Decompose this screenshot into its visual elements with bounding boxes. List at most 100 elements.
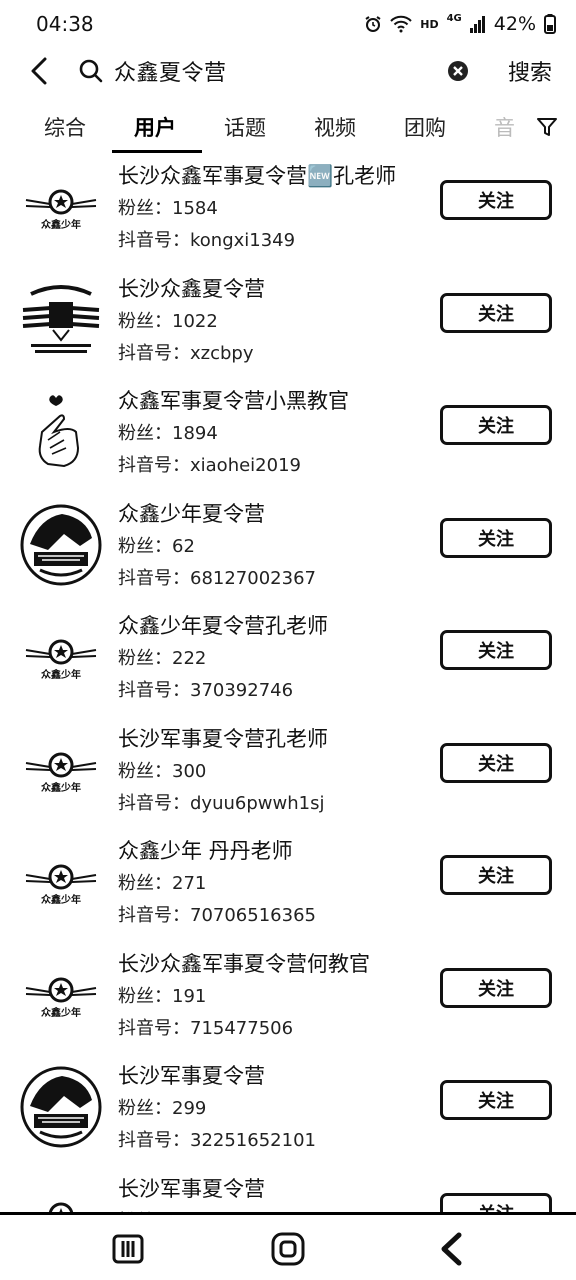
svg-text:众鑫少年: 众鑫少年 bbox=[41, 668, 81, 681]
user-fans-count: 粉丝：191 bbox=[118, 986, 207, 1007]
user-fans-count: 粉丝：222 bbox=[118, 648, 207, 669]
follow-button[interactable]: 关注 bbox=[440, 405, 552, 445]
svg-text:众鑫少年: 众鑫少年 bbox=[41, 781, 81, 794]
user-avatar[interactable]: 众鑫少年 bbox=[20, 841, 102, 923]
wings-logo-icon bbox=[22, 285, 100, 353]
svg-text:众鑫少年: 众鑫少年 bbox=[41, 218, 81, 231]
user-row[interactable]: 众鑫少年 长沙众鑫军事夏令营🆕孔老师 粉丝：1584 抖音号：kongxi1349 关注 bbox=[0, 156, 576, 268]
user-name: 长沙军事夏令营 bbox=[118, 1177, 265, 1201]
user-fans-count: 粉丝：299 bbox=[118, 1098, 207, 1119]
user-avatar[interactable]: 众鑫少年 bbox=[20, 166, 102, 248]
clear-icon[interactable] bbox=[446, 59, 470, 83]
search-button[interactable]: 搜索 bbox=[508, 55, 552, 87]
follow-button[interactable]: 关注 bbox=[440, 180, 552, 220]
user-name: 长沙军事夏令营孔老师 bbox=[118, 727, 328, 751]
camp-badge-logo-icon: 众鑫少年 bbox=[25, 864, 97, 906]
tab-group-buy[interactable]: 团购 bbox=[404, 112, 446, 142]
home-icon bbox=[271, 1232, 305, 1266]
user-fans-count: 粉丝：1584 bbox=[118, 198, 218, 219]
battery-percent: 42% bbox=[493, 13, 536, 35]
user-avatar[interactable] bbox=[20, 391, 102, 473]
battery-icon bbox=[544, 14, 556, 34]
user-name: 长沙众鑫军事夏令营🆕孔老师 bbox=[118, 164, 397, 188]
tab-overflow[interactable]: 音 bbox=[494, 112, 514, 142]
user-douyin-id: 抖音号：kongxi1349 bbox=[118, 230, 296, 251]
wifi-icon bbox=[390, 15, 412, 33]
camp-badge-logo-icon: 众鑫少年 bbox=[25, 189, 97, 231]
round-photo-avatar-icon bbox=[20, 1066, 102, 1148]
user-avatar[interactable]: 众鑫少年 bbox=[20, 729, 102, 811]
tab-users[interactable]: 用户 bbox=[134, 112, 176, 142]
user-list: 众鑫少年 长沙众鑫军事夏令营🆕孔老师 粉丝：1584 抖音号：kongxi1349 关注… bbox=[0, 156, 576, 1216]
follow-button[interactable]: 关注 bbox=[440, 968, 552, 1008]
svg-text:众鑫少年: 众鑫少年 bbox=[41, 1006, 81, 1019]
user-avatar[interactable]: 众鑫少年 bbox=[20, 1179, 102, 1216]
user-fans-count: 粉丝：300 bbox=[118, 761, 207, 782]
camp-badge-logo-icon: 众鑫少年 bbox=[25, 977, 97, 1019]
network-label: 4G bbox=[446, 12, 462, 24]
user-avatar[interactable] bbox=[20, 279, 102, 361]
user-fans-count: 粉丝：271 bbox=[118, 873, 207, 894]
search-input[interactable]: 众鑫夏令营 bbox=[114, 55, 227, 87]
home-button[interactable] bbox=[268, 1229, 308, 1269]
user-name: 长沙众鑫军事夏令营何教官 bbox=[118, 952, 370, 976]
signal-icon bbox=[469, 16, 485, 33]
user-row[interactable]: 众鑫少年 众鑫少年夏令营孔老师 粉丝：222 抖音号：370392746 关注 bbox=[0, 606, 576, 718]
system-nav-bar bbox=[0, 1212, 576, 1280]
user-name: 众鑫少年夏令营孔老师 bbox=[118, 614, 328, 638]
status-bar: 04:38 HD 4G 42% bbox=[0, 0, 576, 48]
search-icon bbox=[79, 59, 103, 83]
round-photo-avatar-icon bbox=[20, 504, 102, 586]
user-row[interactable]: 众鑫少年夏令营 粉丝：62 抖音号：68127002367 关注 bbox=[0, 494, 576, 606]
follow-button[interactable]: 关注 bbox=[440, 855, 552, 895]
follow-button[interactable]: 关注 bbox=[440, 518, 552, 558]
camp-badge-logo-icon: 众鑫少年 bbox=[25, 752, 97, 794]
tab-topics[interactable]: 话题 bbox=[224, 112, 266, 142]
recent-apps-icon bbox=[112, 1234, 144, 1264]
active-tab-indicator bbox=[112, 150, 202, 153]
user-fans-count: 粉丝：62 bbox=[118, 536, 195, 557]
user-name: 众鑫军事夏令营小黑教官 bbox=[118, 389, 349, 413]
user-douyin-id: 抖音号：32251652101 bbox=[118, 1130, 316, 1151]
filter-icon[interactable] bbox=[536, 116, 558, 138]
user-row[interactable]: 众鑫少年 众鑫少年 丹丹老师 粉丝：271 抖音号：70706516365 关注 bbox=[0, 831, 576, 943]
user-name: 长沙众鑫夏令营 bbox=[118, 277, 265, 301]
user-douyin-id: 抖音号：70706516365 bbox=[118, 905, 316, 926]
user-avatar[interactable]: 众鑫少年 bbox=[20, 616, 102, 698]
follow-button[interactable]: 关注 bbox=[440, 743, 552, 783]
tab-videos[interactable]: 视频 bbox=[314, 112, 356, 142]
camp-badge-logo-icon: 众鑫少年 bbox=[25, 639, 97, 681]
follow-button[interactable]: 关注 bbox=[440, 630, 552, 670]
user-row[interactable]: 众鑫少年长沙军事夏令营粉丝：600关注 bbox=[0, 1169, 576, 1216]
hd-label: HD bbox=[420, 17, 439, 31]
user-name: 众鑫少年夏令营 bbox=[118, 502, 265, 526]
user-douyin-id: 抖音号：68127002367 bbox=[118, 568, 316, 589]
user-row[interactable]: 众鑫军事夏令营小黑教官 粉丝：1894 抖音号：xiaohei2019 关注 bbox=[0, 381, 576, 493]
user-douyin-id: 抖音号：dyuu6pwwh1sj bbox=[118, 793, 325, 814]
user-row[interactable]: 众鑫少年 长沙军事夏令营孔老师 粉丝：300 抖音号：dyuu6pwwh1sj 关注 bbox=[0, 719, 576, 831]
follow-button[interactable]: 关注 bbox=[440, 1080, 552, 1120]
status-time: 04:38 bbox=[36, 12, 94, 36]
user-avatar[interactable] bbox=[20, 504, 102, 586]
back-button[interactable] bbox=[22, 54, 56, 88]
user-douyin-id: 抖音号：715477506 bbox=[118, 1018, 294, 1039]
result-tabs: 综合 用户 话题 视频 团购 音 bbox=[0, 100, 576, 156]
svg-text:众鑫少年: 众鑫少年 bbox=[41, 893, 81, 906]
user-row[interactable]: 长沙众鑫夏令营 粉丝：1022 抖音号：xzcbpy 关注 bbox=[0, 269, 576, 381]
follow-button[interactable]: 关注 bbox=[440, 293, 552, 333]
user-row[interactable]: 众鑫少年 长沙众鑫军事夏令营何教官 粉丝：191 抖音号：715477506 关注 bbox=[0, 944, 576, 1056]
user-row[interactable]: 长沙军事夏令营 粉丝：299 抖音号：32251652101 关注 bbox=[0, 1056, 576, 1168]
user-douyin-id: 抖音号：xzcbpy bbox=[118, 343, 254, 364]
user-avatar[interactable]: 众鑫少年 bbox=[20, 954, 102, 1036]
tab-all[interactable]: 综合 bbox=[44, 112, 86, 142]
system-back-icon bbox=[441, 1232, 462, 1266]
system-back-button[interactable] bbox=[432, 1229, 472, 1269]
user-douyin-id: 抖音号：xiaohei2019 bbox=[118, 455, 301, 476]
user-avatar[interactable] bbox=[20, 1066, 102, 1148]
user-fans-count: 粉丝：1022 bbox=[118, 311, 218, 332]
user-douyin-id: 抖音号：370392746 bbox=[118, 680, 294, 701]
status-icons: HD 4G 42% bbox=[364, 13, 556, 35]
user-fans-count: 粉丝：1894 bbox=[118, 423, 218, 444]
recent-apps-button[interactable] bbox=[108, 1229, 148, 1269]
search-header: 众鑫夏令营 搜索 bbox=[0, 48, 576, 94]
